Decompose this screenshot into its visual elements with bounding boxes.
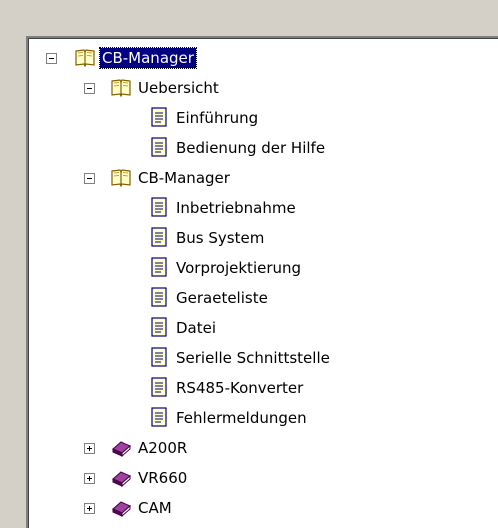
collapse-toggle-uebersicht[interactable] xyxy=(84,83,95,94)
tree-item-a200r[interactable]: A200R xyxy=(136,438,189,458)
page-icon xyxy=(148,196,170,218)
open-book-icon xyxy=(110,166,132,188)
page-icon xyxy=(148,346,170,368)
page-icon xyxy=(148,226,170,248)
page-icon xyxy=(148,376,170,398)
page-icon xyxy=(148,256,170,278)
tree-item-einfuehrung[interactable]: Einführung xyxy=(174,108,260,128)
page-icon xyxy=(148,106,170,128)
page-icon xyxy=(148,406,170,428)
tree-item-rs485-konverter[interactable]: RS485-Konverter xyxy=(174,378,305,398)
help-contents-tree[interactable]: CB-Manager Uebersicht Einführung Bedienu… xyxy=(26,36,498,528)
closed-book-icon xyxy=(110,436,132,458)
tree-item-datei[interactable]: Datei xyxy=(174,318,218,338)
tree-item-bedienung-der-hilfe[interactable]: Bedienung der Hilfe xyxy=(174,138,327,158)
tree-item-geraeteliste[interactable]: Geraeteliste xyxy=(174,288,270,308)
tree-item-vr660[interactable]: VR660 xyxy=(136,468,189,488)
tree-item-cb-manager[interactable]: CB-Manager xyxy=(136,168,232,188)
expand-toggle-cam[interactable] xyxy=(84,503,95,514)
tree-item-inbetriebnahme[interactable]: Inbetriebnahme xyxy=(174,198,298,218)
closed-book-icon xyxy=(110,466,132,488)
collapse-toggle-cb-manager[interactable] xyxy=(84,173,95,184)
open-book-icon xyxy=(110,76,132,98)
tree-item-serielle-schnittstelle[interactable]: Serielle Schnittstelle xyxy=(174,348,332,368)
tree-item-root-cb-manager[interactable]: CB-Manager xyxy=(99,47,197,69)
tree-item-vorprojektierung[interactable]: Vorprojektierung xyxy=(174,258,303,278)
expand-toggle-vr660[interactable] xyxy=(84,473,95,484)
closed-book-icon xyxy=(110,496,132,518)
tree-item-cam[interactable]: CAM xyxy=(136,498,174,518)
page-icon xyxy=(148,136,170,158)
collapse-toggle-root[interactable] xyxy=(46,53,57,64)
help-window: CB-Manager Uebersicht Einführung Bedienu… xyxy=(0,0,498,528)
tree-item-fehlermeldungen[interactable]: Fehlermeldungen xyxy=(174,408,309,428)
page-icon xyxy=(148,286,170,308)
tree-item-uebersicht[interactable]: Uebersicht xyxy=(136,78,221,98)
page-icon xyxy=(148,316,170,338)
tree-item-bus-system[interactable]: Bus System xyxy=(174,228,266,248)
open-book-icon xyxy=(74,46,96,68)
expand-toggle-a200r[interactable] xyxy=(84,443,95,454)
